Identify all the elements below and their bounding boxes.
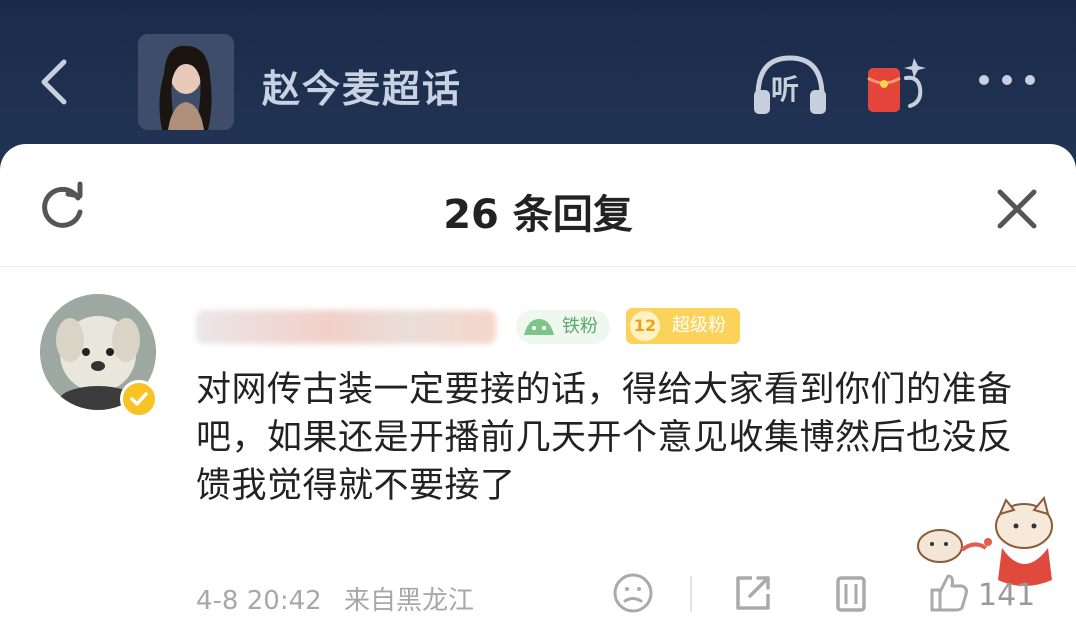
red-packet-button[interactable] [862,48,936,118]
thumbs-up-icon [930,574,968,612]
comment-time: 4-8 20:42 [196,586,322,616]
fan-badge-icon [524,319,554,335]
topic-avatar[interactable] [138,34,234,130]
back-button[interactable] [30,52,80,112]
level-label: 超级粉 [672,315,726,336]
like-button[interactable] [926,570,972,616]
fan-badge-label: 铁粉 [562,316,598,337]
more-button[interactable] [972,60,1042,100]
fan-badge: 铁粉 [516,310,610,344]
listen-button[interactable]: 听 [750,50,830,116]
replies-count-title: 26 条回复 [443,192,633,238]
comment-text: 对网传古装一定要接的话，得给大家看到你们的准备吧，如果还是开播前几天开个意见收集… [196,370,1013,506]
comment-meta: 4-8 20:42 来自黑龙江 [196,580,488,617]
action-divider [690,576,692,612]
username-blurred[interactable] [196,310,496,344]
close-icon [997,189,1037,229]
emoji-icon [613,573,653,613]
level-badge: 12 超级粉 [626,308,740,344]
like-count: 141 [978,578,1036,613]
emoji-button[interactable] [610,570,656,616]
top-bar: 赵今麦超话 听 [0,0,1076,160]
verified-badge [120,380,158,418]
red-packet-icon [867,58,926,112]
replies-sheet: 26 条回复 铁粉 12 超级粉 对网传古装一定要接的话，得给大家看到你们的准备… [0,144,1076,638]
comment-location: 来自黑龙江 [343,586,474,616]
share-button[interactable] [730,570,776,616]
sheet-header: 26 条回复 [0,144,1076,267]
chevron-left-icon [41,59,67,105]
more-dots-icon [979,75,1035,85]
share-icon [736,576,770,610]
verified-check-icon [130,392,148,406]
page-title: 赵今麦超话 [262,67,463,111]
topic-avatar-image [138,34,234,130]
close-button[interactable] [990,182,1044,236]
level-number: 12 [630,311,660,341]
trash-icon [836,576,866,612]
delete-button[interactable] [828,570,874,616]
listen-label: 听 [771,73,800,106]
